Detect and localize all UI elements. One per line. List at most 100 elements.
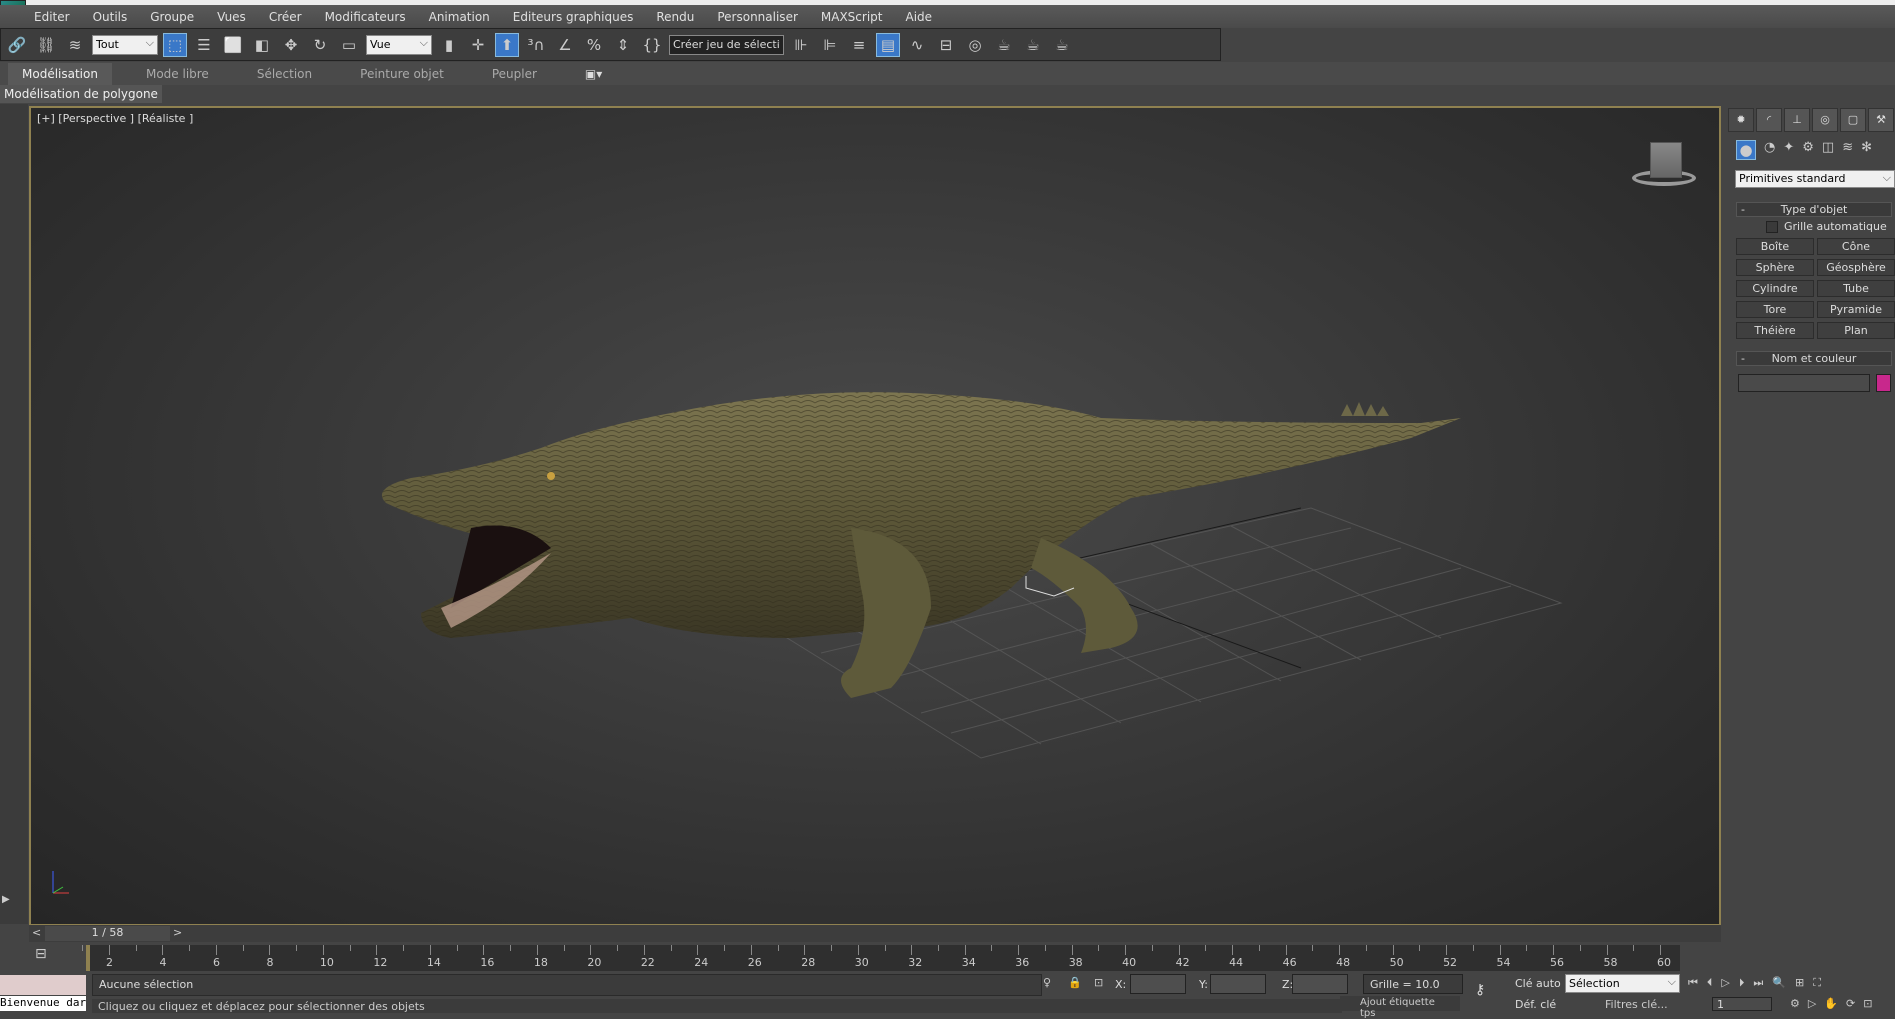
move-icon[interactable]: ✥ bbox=[279, 33, 303, 57]
tab-peupler[interactable]: Peupler bbox=[492, 67, 537, 81]
category-dropdown[interactable]: Primitives standard bbox=[1735, 170, 1895, 188]
render-production-icon[interactable]: ☕ bbox=[1050, 33, 1074, 57]
scene-explorer-icon[interactable]: ▤ bbox=[876, 32, 900, 57]
tab-mode-libre[interactable]: Mode libre bbox=[146, 67, 209, 81]
torus-button[interactable]: Tore bbox=[1736, 301, 1814, 318]
menu-vues[interactable]: Vues bbox=[217, 10, 246, 24]
rect-selection-icon[interactable]: ⬜ bbox=[221, 33, 245, 57]
menu-rendu[interactable]: Rendu bbox=[656, 10, 694, 24]
geosphere-button[interactable]: Géosphère bbox=[1817, 259, 1895, 276]
ribbon-panel-polygon-modeling[interactable]: Modélisation de polygone bbox=[0, 85, 162, 103]
autogrid-checkbox[interactable] bbox=[1766, 220, 1778, 233]
sphere-button[interactable]: Sphère bbox=[1736, 259, 1814, 276]
create-tab-icon[interactable]: ✹ bbox=[1728, 108, 1754, 132]
angle-snap-icon[interactable]: ∠ bbox=[553, 33, 577, 57]
next-frame-arrow[interactable]: > bbox=[173, 926, 182, 939]
selection-filter-dropdown[interactable]: Tout bbox=[92, 34, 158, 55]
snaps-toggle-icon[interactable]: ³∩ bbox=[524, 33, 548, 57]
set-key-button[interactable]: Déf. clé bbox=[1515, 998, 1556, 1011]
menu-maxscript[interactable]: MAXScript bbox=[821, 10, 883, 24]
hierarchy-tab-icon[interactable]: ⊥ bbox=[1784, 108, 1810, 132]
link-icon[interactable]: 🔗 bbox=[5, 33, 29, 57]
geometry-icon[interactable]: ● bbox=[1736, 140, 1756, 160]
rendered-frame-window-icon[interactable]: ☕ bbox=[1021, 33, 1045, 57]
rotate-icon[interactable]: ↻ bbox=[308, 33, 332, 57]
play-icon[interactable]: ▷ bbox=[1721, 976, 1729, 990]
menu-personnaliser[interactable]: Personnaliser bbox=[717, 10, 798, 24]
menu-animation[interactable]: Animation bbox=[429, 10, 490, 24]
keyboard-shortcut-override-icon[interactable]: ⬆ bbox=[495, 32, 519, 57]
scale-icon[interactable]: ▭ bbox=[337, 33, 361, 57]
key-mode-dropdown[interactable]: Sélection bbox=[1565, 974, 1680, 993]
rollout-name-color[interactable]: - Nom et couleur bbox=[1736, 351, 1892, 366]
cylinder-button[interactable]: Cylindre bbox=[1736, 280, 1814, 297]
y-coord-input[interactable] bbox=[1210, 974, 1266, 994]
go-to-start-icon[interactable]: ⏮ bbox=[1688, 976, 1698, 990]
tube-button[interactable]: Tube bbox=[1817, 280, 1895, 297]
object-name-input[interactable] bbox=[1738, 374, 1870, 392]
key-filters-button[interactable]: Filtres clé... bbox=[1605, 998, 1668, 1011]
add-time-tag[interactable]: Ajout étiquette tps bbox=[1340, 996, 1460, 1019]
absolute-mode-icon[interactable]: ⊡ bbox=[1094, 976, 1103, 989]
modify-tab-icon[interactable]: ◜ bbox=[1756, 108, 1782, 132]
shapes-icon[interactable]: ◔ bbox=[1764, 140, 1775, 160]
zoom-icon[interactable]: 🔍 bbox=[1772, 976, 1786, 990]
edit-named-selection-icon[interactable]: {} bbox=[640, 33, 664, 57]
render-setup-icon[interactable]: ☕ bbox=[992, 33, 1016, 57]
orbit-icon[interactable]: ⟳ bbox=[1846, 997, 1855, 1010]
unlink-icon[interactable]: ⛓ bbox=[34, 33, 58, 57]
ribbon-options-icon[interactable]: ▣▾ bbox=[585, 67, 602, 81]
window-crossing-icon[interactable]: ◧ bbox=[250, 33, 274, 57]
spinner-snap-icon[interactable]: ⇕ bbox=[611, 33, 635, 57]
isolate-icon[interactable]: ♀ bbox=[1043, 976, 1051, 989]
perspective-viewport[interactable]: [+] [Perspective ] [Réaliste ] bbox=[29, 106, 1721, 926]
pivot-center-icon[interactable]: ▮ bbox=[437, 33, 461, 57]
pyramid-button[interactable]: Pyramide bbox=[1817, 301, 1895, 318]
select-by-name-icon[interactable]: ☰ bbox=[192, 33, 216, 57]
set-key-icon[interactable]: ⚷ bbox=[1475, 982, 1485, 998]
box-button[interactable]: Boîte bbox=[1736, 238, 1814, 255]
space-warps-icon[interactable]: ≋ bbox=[1842, 140, 1853, 160]
tab-peinture-objet[interactable]: Peinture objet bbox=[360, 67, 444, 81]
plane-button[interactable]: Plan bbox=[1817, 322, 1895, 339]
maxscript-output[interactable]: Bienvenue dar bbox=[0, 996, 86, 1011]
viewcube[interactable] bbox=[1628, 138, 1698, 190]
time-slider-thumb[interactable]: 1 / 58 bbox=[45, 926, 170, 941]
field-of-view-icon[interactable]: ▷ bbox=[1808, 997, 1816, 1010]
tab-selection[interactable]: Sélection bbox=[257, 67, 312, 81]
menu-groupe[interactable]: Groupe bbox=[150, 10, 194, 24]
pan-icon[interactable]: ✋ bbox=[1824, 997, 1838, 1010]
systems-icon[interactable]: ✻ bbox=[1861, 140, 1872, 160]
tab-modelisation[interactable]: Modélisation bbox=[8, 62, 112, 85]
named-selection-set-dropdown[interactable]: Créer jeu de sélecti bbox=[669, 34, 784, 55]
object-color-swatch[interactable] bbox=[1876, 374, 1891, 392]
menu-modificateurs[interactable]: Modificateurs bbox=[325, 10, 406, 24]
menu-creer[interactable]: Créer bbox=[269, 10, 302, 24]
lock-selection-icon[interactable]: 🔒 bbox=[1068, 976, 1082, 989]
mirror-icon[interactable]: ⊪ bbox=[789, 33, 813, 57]
schematic-view-icon[interactable]: ⊟ bbox=[934, 33, 958, 57]
percent-snap-icon[interactable]: % bbox=[582, 33, 606, 57]
prev-frame-arrow[interactable]: < bbox=[32, 926, 41, 939]
helpers-icon[interactable]: ◫ bbox=[1822, 140, 1834, 160]
motion-tab-icon[interactable]: ◎ bbox=[1812, 108, 1838, 132]
select-object-icon[interactable]: ⬚ bbox=[163, 32, 187, 57]
auto-key-button[interactable]: Clé auto bbox=[1515, 977, 1561, 990]
utilities-tab-icon[interactable]: ⚒ bbox=[1868, 108, 1894, 132]
rollout-object-type[interactable]: - Type d'objet bbox=[1736, 202, 1892, 217]
next-frame-icon[interactable]: ⏵ bbox=[1739, 976, 1745, 990]
menu-editeurs-graphiques[interactable]: Editeurs graphiques bbox=[513, 10, 634, 24]
curve-editor-icon[interactable]: ∿ bbox=[905, 33, 929, 57]
current-frame-input[interactable]: 1 bbox=[1712, 997, 1772, 1011]
timeline-ruler[interactable]: 2 4 6 8 10 12 14 16 18 20 22 24 26 28 30 32 34 36 38 40 42 44… bbox=[82, 945, 1680, 971]
teapot-button[interactable]: Théière bbox=[1736, 322, 1814, 339]
bind-space-warp-icon[interactable]: ≋ bbox=[63, 33, 87, 57]
reference-coord-dropdown[interactable]: Vue bbox=[366, 34, 432, 55]
time-config-icon[interactable]: ⚙ bbox=[1790, 997, 1800, 1010]
cone-button[interactable]: Cône bbox=[1817, 238, 1895, 255]
cameras-icon[interactable]: ⚙ bbox=[1802, 140, 1814, 160]
material-editor-icon[interactable]: ◎ bbox=[963, 33, 987, 57]
z-coord-input[interactable] bbox=[1292, 974, 1348, 994]
select-manipulate-icon[interactable]: ✛ bbox=[466, 33, 490, 57]
menu-outils[interactable]: Outils bbox=[93, 10, 128, 24]
